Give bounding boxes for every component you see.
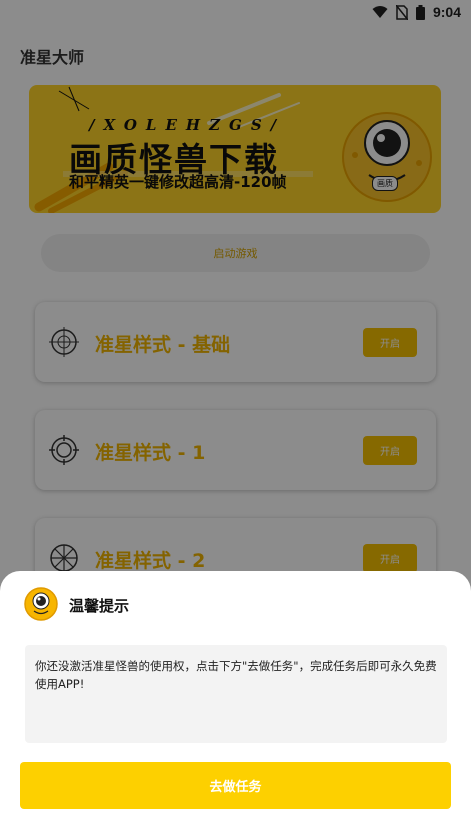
do-task-button[interactable]: 去做任务 (20, 762, 451, 809)
dialog-message: 你还没激活准星怪兽的使用权，点击下方"去做任务"，完成任务后即可永久免费使用AP… (35, 659, 437, 691)
dialog-message-box: 你还没激活准星怪兽的使用权，点击下方"去做任务"，完成任务后即可永久免费使用AP… (25, 645, 447, 743)
notice-dialog: 温馨提示 你还没激活准星怪兽的使用权，点击下方"去做任务"，完成任务后即可永久免… (0, 571, 471, 839)
monster-avatar-icon (24, 587, 58, 621)
dialog-title: 温馨提示 (69, 597, 130, 615)
